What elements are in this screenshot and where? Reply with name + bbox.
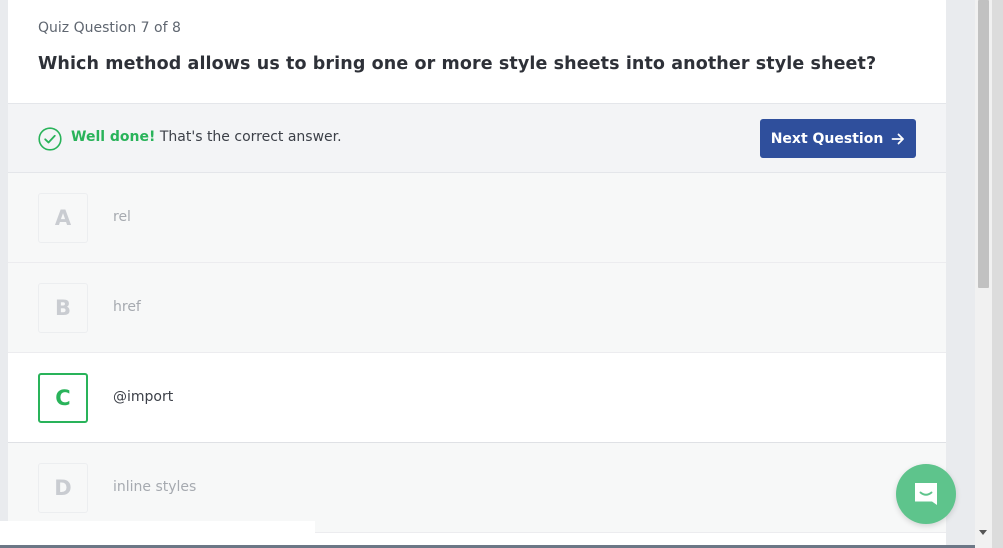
chat-icon — [915, 483, 937, 505]
chat-launcher-button[interactable] — [896, 464, 956, 524]
bottom-strip — [0, 521, 315, 548]
vertical-scrollbar[interactable] — [975, 0, 992, 548]
answer-option-d[interactable]: D inline styles — [8, 443, 946, 533]
quiz-card: Quiz Question 7 of 8 Which method allows… — [8, 0, 946, 548]
page: Quiz Question 7 of 8 Which method allows… — [0, 0, 1003, 548]
answer-text: rel — [113, 209, 131, 225]
scrollbar-thumb[interactable] — [978, 0, 989, 288]
scroll-down-arrow-icon[interactable] — [979, 530, 987, 535]
question-counter: Quiz Question 7 of 8 — [38, 20, 181, 36]
question-header: Quiz Question 7 of 8 Which method allows… — [8, 0, 946, 104]
next-question-button[interactable]: Next Question — [760, 119, 916, 158]
next-question-label: Next Question — [770, 130, 884, 147]
feedback-detail: That's the correct answer. — [155, 129, 342, 145]
feedback-bar: Well done! That's the correct answer. Ne… — [8, 104, 946, 173]
answer-text: inline styles — [113, 479, 197, 495]
answer-text: href — [113, 299, 141, 315]
feedback-strong: Well done! — [71, 129, 156, 145]
question-text: Which method allows us to bring one or m… — [38, 54, 877, 74]
answer-option-a[interactable]: A rel — [8, 173, 946, 263]
feedback-message: Well done! That's the correct answer. — [71, 129, 342, 145]
answer-letter: A — [38, 193, 88, 243]
window-edge — [992, 0, 1003, 548]
arrow-right-icon — [891, 133, 905, 144]
answer-letter: D — [38, 463, 88, 513]
answer-option-c[interactable]: C @import — [8, 353, 946, 443]
answer-letter: B — [38, 283, 88, 333]
check-circle-icon — [38, 127, 62, 151]
answer-option-b[interactable]: B href — [8, 263, 946, 353]
answer-text: @import — [113, 389, 174, 405]
answer-letter: C — [38, 373, 88, 423]
